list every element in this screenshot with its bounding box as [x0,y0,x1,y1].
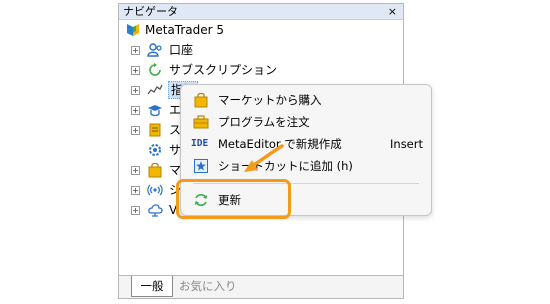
script-icon [149,123,161,137]
close-icon[interactable]: × [388,4,397,19]
navigator-title: ナビゲータ [123,5,178,18]
shopping-bag-icon [194,92,208,108]
tree-item-label: サブスクリプション [169,63,278,77]
expand-icon[interactable]: + [131,206,140,215]
menu-item-new-in-metaeditor[interactable]: IDE MetaEditor で新規作成 Insert [181,133,429,155]
expand-icon[interactable]: + [131,166,140,175]
expert-icon [148,105,162,117]
expand-icon[interactable]: + [131,186,140,195]
expand-icon[interactable]: + [131,66,140,75]
accounts-icon [147,43,162,57]
metatrader-logo-icon [127,24,139,36]
service-icon [149,144,161,156]
menu-item-buy-from-market[interactable]: マーケットから購入 [181,89,429,111]
expand-icon[interactable]: + [131,46,140,55]
indicator-icon [147,84,163,95]
tab-favorites[interactable]: お気に入り [179,276,237,296]
shortcut-star-icon [194,159,208,173]
menu-item-label: ショートカットに追加 (h) [218,159,353,173]
vps-icon [148,204,163,217]
briefcase-icon [193,115,209,129]
menu-item-add-shortcut[interactable]: ショートカットに追加 (h) [181,155,429,177]
refresh-highlight-box [176,179,291,219]
menu-item-order-program[interactable]: プログラムを注文 [181,111,429,133]
expand-icon[interactable]: + [131,106,140,115]
menu-item-shortcut: Insert [390,137,423,151]
ide-icon: IDE [191,138,209,149]
tree-item-label: 口座 [169,43,194,57]
menu-item-label: マーケットから購入 [218,93,322,107]
tab-general[interactable]: 一般 [131,276,173,297]
signal-icon [147,184,163,196]
menu-item-label: MetaEditor で新規作成 [218,137,342,151]
navigator-titlebar[interactable]: ナビゲータ × [119,4,403,20]
expand-icon[interactable]: + [131,126,140,135]
expand-icon[interactable]: + [131,86,140,95]
tree-root-label: MetaTrader 5 [145,23,225,37]
subscription-icon [149,63,161,76]
menu-item-label: プログラムを注文 [218,115,310,129]
market-icon [148,162,162,178]
navigator-tabs: 一般 お気に入り [119,275,403,298]
